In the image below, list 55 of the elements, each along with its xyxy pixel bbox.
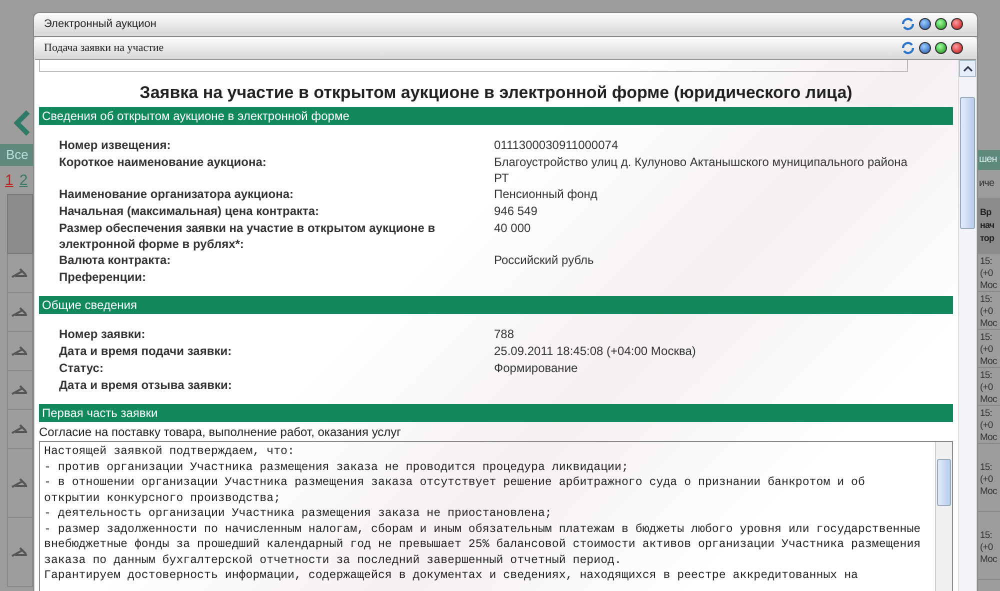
scroll-thumb[interactable] [937,459,951,506]
hammer-icon[interactable] [11,268,29,278]
field-value: 946 549 [494,203,538,220]
field-label: Номер извещения: [59,137,172,154]
scrollbar[interactable] [958,60,976,591]
scrollbar[interactable] [935,442,952,591]
scroll-thumb[interactable] [960,97,975,229]
section-header: Сведения об открытом аукционе в электронной форме [39,107,953,125]
field-label: Наименование организатора аукциона: [59,186,295,203]
maximize-button[interactable] [935,18,947,30]
field-value: 25.09.2011 18:45:08 (+04:00 Москва) [494,343,697,360]
field-label: Преференции: [59,269,148,286]
field-label: Статус: [59,360,104,377]
field-value: Российский рубль [494,252,595,269]
section-header: Первая часть заявки [39,404,953,422]
dialog-title: Подача заявки на участие [44,42,164,54]
field-label: Короткое наименование аукциона: [59,154,268,171]
field-label: Размер обеспечения заявки на участие в открытом аукционе в электронной форме в рублях*: [59,220,436,252]
form-heading: Заявка на участие в открытом аукционе в электронной форме (юридического лица) [138,83,854,103]
hammer-icon[interactable] [11,385,29,395]
hammer-icon[interactable] [11,307,29,317]
column-header: Вр нач тор [978,198,1000,254]
chevron-icon[interactable] [14,110,30,136]
refresh-icon[interactable] [901,16,915,30]
field-value: Пенсионный фонд [494,186,598,203]
label: иче [978,177,996,191]
field-label: Согласие на поставку товара, выполнение работ, оказания услуг [39,424,402,441]
tab[interactable]: шен [978,150,1000,170]
hammer-icon[interactable] [11,478,29,488]
field-label: Дата и время подачи заявки: [59,343,233,360]
minimize-button[interactable] [919,42,931,54]
input-field[interactable] [39,60,908,72]
section-header: Общие сведения [39,296,953,314]
maximize-button[interactable] [935,42,947,54]
window-title: Электронный аукцион [44,18,156,30]
field-label: Начальная (максимальная) цена контракта: [59,203,320,220]
field-value: 0111300030911000074 [494,137,620,154]
field-label: Валюта контракта: [59,252,172,269]
field-value: Формирование [494,360,579,377]
refresh-icon[interactable] [901,41,915,55]
hammer-icon[interactable] [11,424,29,434]
page-link[interactable]: 1 [5,172,14,188]
field-label: Номер заявки: [59,326,146,343]
text-area[interactable]: Настоящей заявкой подтверждаем, что: - против организации Участника размещения заказа не проводится процедура ликвидации; - в отношении организации Участника размещения заказа отсутствует решение арбитражного суда о признании банкротом и об открытии конкурсного производства; - деятельность организации Участника размещения заказа не приостановлена; - размер задолженности по начисленным налогам, сборам и иным обязательным платежам в бюджеты любого уровня или государственные внебюджетные фонды за прошедший календарный год не превышает 25% балансовой стоимости активов организации Участника размещения заказа по данным бухгалтерской отчетности за последний завершенный отчетный период. Гарантируем достоверность информации, содержащейся в документах и сведениях, находящихся в реестре аккредитованных на [39,441,953,591]
field-label: Дата и время отзыва заявки: [59,377,233,394]
close-button[interactable] [951,18,963,30]
hammer-icon[interactable] [11,547,29,557]
page-link[interactable]: 2 [19,172,28,188]
close-button[interactable] [951,42,963,54]
minimize-button[interactable] [919,18,931,30]
field-value: 788 [494,326,516,343]
field-value: 40 000 [494,220,532,237]
field-value: Благоустройство улиц д. Кулуново Актанышского муниципального района РТ [494,154,908,186]
hammer-icon[interactable] [11,346,29,356]
tab[interactable]: Все [0,144,33,166]
